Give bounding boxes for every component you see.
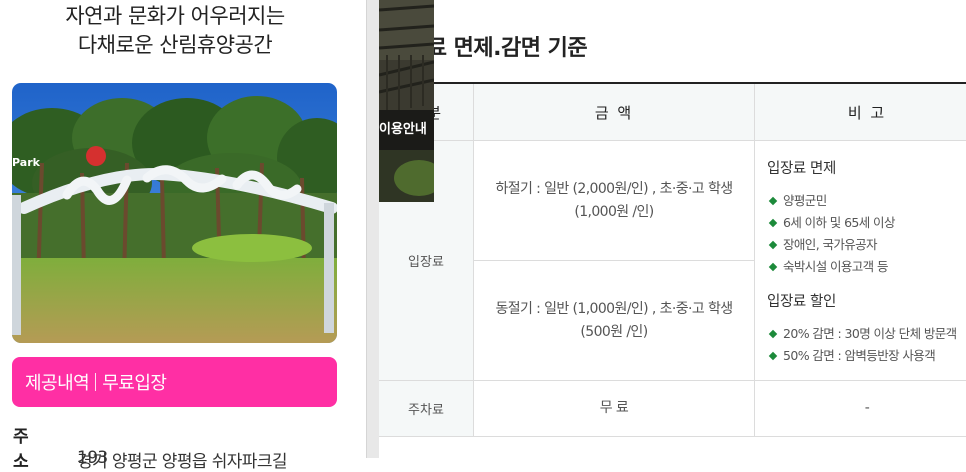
address-label: 주 소 — [13, 427, 43, 472]
provide-separator — [95, 373, 97, 391]
discount-title: 입장료 할인 — [767, 294, 836, 310]
discount-list: 20% 감면 : 30명 이상 단체 방문객 50% 감면 : 암벽등반장 사용… — [767, 323, 966, 367]
fee-info-panel: 용료 면제.감면 기준 분 금 액 비 고 입장료 하절기 : 일반 (2,00… — [379, 0, 966, 458]
exempt-item: 숙박시설 이용고객 등 — [783, 259, 888, 274]
address-row: 주 소경기 양평군 양평읍 쉬자파크길 193 — [13, 422, 343, 472]
diamond-bullet-icon — [768, 240, 778, 250]
park-photo-illustration: Park — [12, 83, 337, 343]
guide-card-label: 이용안내 — [379, 122, 427, 137]
list-item: 숙박시설 이용고객 등 — [767, 256, 966, 278]
list-item: 20% 감면 : 30명 이상 단체 방문객 — [767, 323, 966, 345]
park-entrance-photo[interactable]: Park — [12, 83, 337, 343]
exempt-item: 6세 이하 및 65세 이상 — [783, 215, 895, 230]
exempt-title: 입장료 면제 — [767, 161, 836, 177]
exempt-list: 양평군민 6세 이하 및 65세 이상 장애인, 국가유공자 숙박시설 이용고객… — [767, 190, 966, 278]
address-line-2: 193 — [77, 448, 108, 468]
list-item: 양평군민 — [767, 190, 966, 212]
diamond-bullet-icon — [768, 196, 778, 206]
tagline: 자연과 문화가 어우러지는 다채로운 산림휴양공간 — [0, 2, 350, 60]
parking-note: - — [755, 381, 966, 437]
discount-item: 20% 감면 : 30명 이상 단체 방문객 — [783, 326, 957, 341]
fee-note: 입장료 면제 양평군민 6세 이하 및 65세 이상 장애인, 국가유공자 숙박… — [755, 141, 966, 381]
diamond-bullet-icon — [768, 329, 778, 339]
deck-photo-illustration — [379, 0, 434, 202]
header-amount: 금 액 — [474, 84, 755, 141]
provide-label: 제공내역 — [25, 373, 90, 394]
parking-amount: 무 료 — [474, 381, 755, 437]
guide-card-thumbnail[interactable]: 이용안내 — [379, 0, 434, 202]
fee-peak-season: 하절기 : 일반 (2,000원/인) , 초·중·고 학생 (1,000원 /… — [474, 141, 755, 261]
left-panel: 자연과 문화가 어우러지는 다채로운 산림휴양공간 Park 제공내역 무료입장… — [0, 0, 350, 472]
discount-item: 50% 감면 : 암벽등반장 사용객 — [783, 348, 936, 363]
list-item: 6세 이하 및 65세 이상 — [767, 212, 966, 234]
provide-banner: 제공내역 무료입장 — [12, 357, 337, 407]
tagline-line-1: 자연과 문화가 어우러지는 — [65, 4, 285, 28]
list-item: 50% 감면 : 암벽등반장 사용객 — [767, 345, 966, 367]
diamond-bullet-icon — [768, 218, 778, 228]
exempt-item: 양평군민 — [783, 193, 827, 208]
diamond-bullet-icon — [768, 262, 778, 272]
address-line-1: 경기 양평군 양평읍 쉬자파크길 — [77, 452, 288, 472]
section-title-text: 용료 면제.감면 기준 — [407, 36, 588, 61]
provide-value: 무료입장 — [102, 373, 167, 394]
tagline-line-2: 다채로운 산림휴양공간 — [77, 33, 273, 57]
row-label-parking: 주차료 — [379, 381, 474, 437]
panel-scrollbar[interactable] — [366, 0, 379, 458]
fee-off-season: 동절기 : 일반 (1,000원/인) , 초·중·고 학생 (500원 /인) — [474, 261, 755, 381]
exempt-item: 장애인, 국가유공자 — [783, 237, 878, 252]
list-item: 장애인, 국가유공자 — [767, 234, 966, 256]
header-note: 비 고 — [755, 84, 966, 141]
diamond-bullet-icon — [768, 351, 778, 361]
park-sign-text: Park — [12, 156, 41, 169]
